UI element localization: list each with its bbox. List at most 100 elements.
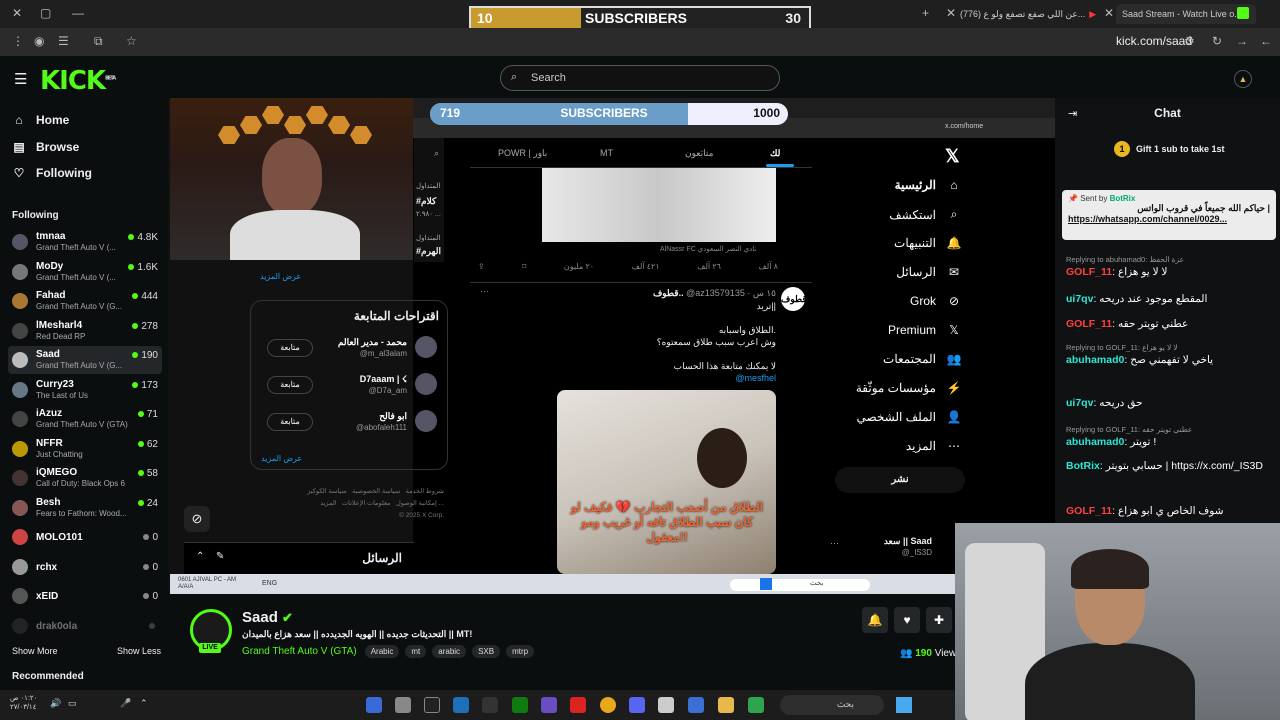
x-tab-mt[interactable]: MT (600, 148, 613, 158)
chat-username[interactable]: abuhamad0 (1066, 354, 1124, 366)
x-nav-notifications[interactable]: التنبيهات 🔔 (820, 236, 962, 250)
taskbar-app-icon[interactable] (366, 697, 382, 713)
sidebar-channel-xeid[interactable]: xEID 0 (8, 582, 162, 610)
x-nav-messages[interactable]: الرسائل ✉ (820, 265, 962, 279)
pinned-link[interactable]: https://whatsapp.com/channel/0029... (1068, 214, 1270, 224)
trends-show-more[interactable]: عرض المزيد (260, 272, 301, 281)
sidebar-channel-saad[interactable]: Saad Grand Theft Auto V (G... 190 (8, 346, 162, 374)
taskbar-app-icon[interactable] (748, 697, 764, 713)
suggestion-row[interactable]: متابعة ابو فالح @abofaleh111 (259, 407, 441, 437)
back-icon[interactable]: ← (1260, 34, 1272, 48)
url-text[interactable]: kick.com/saad (1116, 34, 1192, 48)
bookmark-icon[interactable]: ⌑ (522, 262, 526, 271)
suggestion-row[interactable]: متابعة D7aaam | ☇ @D7a_am (259, 370, 441, 400)
epic-games-icon[interactable] (424, 697, 440, 713)
site-settings-icon[interactable]: ⚙ (1184, 34, 1195, 48)
sidebar-channel-lmesharl4[interactable]: lMesharl4 Red Dead RP 278 (8, 317, 162, 345)
forward-icon[interactable]: → (1236, 34, 1248, 48)
view-count[interactable]: ٢٠ مليون (564, 262, 594, 271)
x-nav-verified-orgs[interactable]: مؤسسات موثّقة ⚡ (820, 381, 962, 395)
taskbar-app-icon[interactable] (570, 697, 586, 713)
stream-tag[interactable]: mtrp (506, 645, 535, 658)
window-minimize-icon[interactable]: — (72, 6, 84, 20)
file-explorer-icon[interactable] (718, 697, 734, 713)
follow-button[interactable]: متابعة (267, 413, 313, 431)
x-account-switcher[interactable]: سعد || Saad @_IS3D ··· (830, 534, 960, 564)
window-close-icon[interactable]: ✕ (12, 6, 22, 20)
compose-icon[interactable]: ✎ (216, 551, 224, 562)
volume-icon[interactable]: 🔊 (50, 698, 61, 709)
repost-count[interactable]: ٢٦ آلف (697, 262, 721, 271)
windows-start-icon[interactable] (896, 697, 912, 713)
chat-username[interactable]: abuhamad0 (1066, 436, 1124, 448)
footer-link[interactable]: معلومات الإعلانات (342, 500, 391, 507)
chat-username[interactable]: ui7qv (1066, 293, 1093, 305)
x-tab-for-you[interactable]: لك (770, 148, 780, 159)
chrome-icon[interactable] (600, 697, 616, 713)
suggestion-row[interactable]: متابعة محمد - مدير العالم @m_al3alam (259, 333, 441, 363)
sidebar-channel-molo101[interactable]: MOLO101 0 (8, 523, 162, 551)
customize-icon[interactable]: ☰ (58, 34, 69, 48)
collapse-chat-icon[interactable]: ⇥ (1068, 107, 1077, 120)
x-nav-home[interactable]: الرئيسية ⌂ (820, 178, 962, 192)
mic-icon[interactable]: 🎤 (120, 698, 131, 709)
store-icon[interactable] (658, 697, 674, 713)
sidebar-channel-iazuz[interactable]: iAzuz Grand Theft Auto V (GTA) 71 (8, 405, 162, 433)
chat-message[interactable]: ui7qv: المقطع موجود عند دريحه (1066, 293, 1274, 305)
chat-message[interactable]: BotRix: حسابي بتويتر | https://x.com/_IS… (1066, 460, 1274, 472)
taskbar-app-icon[interactable] (453, 697, 469, 713)
like-count[interactable]: ٤٢١ آلف (632, 262, 660, 271)
x-post-button[interactable]: نشر (835, 467, 965, 493)
footer-link[interactable]: شروط الخدمة (406, 488, 444, 495)
show-more-button[interactable]: Show More (12, 646, 58, 656)
menu-dots-icon[interactable]: ⋮ (12, 34, 24, 48)
tweet-author-avatar[interactable]: قطوف (781, 287, 807, 311)
stream-tag[interactable]: arabic (432, 645, 467, 658)
notification-bell-icon[interactable]: 🔔 (862, 607, 888, 633)
xbox-icon[interactable] (512, 697, 528, 713)
chat-username[interactable]: GOLF_11 (1066, 266, 1112, 278)
follow-button[interactable]: متابعة (267, 339, 313, 357)
user-avatar-icon[interactable]: ▲ (1234, 70, 1252, 88)
chat-message[interactable]: ui7qv: حق دريحه (1066, 397, 1274, 409)
browser-tab-active[interactable]: Saad Stream - Watch Live o... (1116, 4, 1256, 24)
window-restore-icon[interactable]: ▢ (40, 6, 51, 20)
x-nav-more[interactable]: المزيد ⋯ (820, 439, 962, 453)
previous-post-image[interactable] (542, 168, 776, 242)
x-nav-premium[interactable]: Premium 𝕏 (820, 323, 962, 337)
taskbar-app-icon[interactable] (395, 697, 411, 713)
chat-username[interactable]: ui7qv (1066, 397, 1093, 409)
nav-browse[interactable]: ▤ Browse (12, 137, 79, 157)
hamburger-menu-icon[interactable]: ☰ (14, 70, 27, 88)
tab-close-icon[interactable]: ✕ (1104, 6, 1114, 20)
show-less-button[interactable]: Show Less (117, 646, 161, 656)
x-nav-communities[interactable]: المجتمعات 👥 (820, 352, 962, 366)
footer-link[interactable]: إمكانية الوصول (396, 500, 437, 507)
chat-message[interactable]: Replying to GOLF_11: عطني تويتر حقه abuha… (1066, 425, 1274, 448)
stream-tag[interactable]: Arabic (364, 645, 400, 658)
chat-username[interactable]: GOLF_11 (1066, 318, 1112, 330)
x-nav-profile[interactable]: الملف الشخصي 👤 (820, 410, 962, 424)
chat-username[interactable]: GOLF_11 (1066, 505, 1112, 517)
pinned-message[interactable]: 📌 Sent by BotRix حياكم الله جميعاً في قر… (1062, 190, 1276, 240)
kick-logo[interactable]: KICKBETA (40, 66, 116, 96)
search-icon[interactable]: ⌕ (434, 148, 439, 159)
taskbar-app-icon[interactable] (482, 697, 498, 713)
x-tab-powr[interactable]: POWR | باور (498, 148, 547, 159)
tweet-image[interactable]: الطلاق من أصعب التجارب 💔 فكيف لو كان سبب… (557, 390, 776, 574)
footer-link[interactable]: سياسة الكوكيز (307, 488, 347, 495)
chat-message[interactable]: Replying to GOLF_11: لا لا يو هزاع abuham… (1066, 343, 1274, 366)
new-tab-icon[interactable]: + (922, 6, 929, 20)
x-nav-grok[interactable]: Grok ⊘ (820, 294, 962, 308)
tweet-more-icon[interactable]: ··· (480, 286, 489, 296)
share-icon[interactable]: ⇪ (478, 262, 485, 271)
sidebar-channel-rchx[interactable]: rchx 0 (8, 553, 162, 581)
nav-following[interactable]: ♡ Following (12, 163, 92, 183)
gift-sub-banner[interactable]: 1 Gift 1 sub to take 1st (1114, 141, 1225, 157)
sidebar-channel-curry23[interactable]: Curry23 The Last of Us 173 (8, 376, 162, 404)
bookmark-star-icon[interactable]: ☆ (126, 34, 137, 48)
share-icon[interactable]: ⧉ (94, 34, 103, 49)
chat-message[interactable]: GOLF_11: شوف الخاص ي ابو هزاع (1066, 505, 1274, 517)
taskbar-app-icon[interactable] (541, 697, 557, 713)
suggestions-show-more[interactable]: عرض المزيد (261, 454, 302, 463)
